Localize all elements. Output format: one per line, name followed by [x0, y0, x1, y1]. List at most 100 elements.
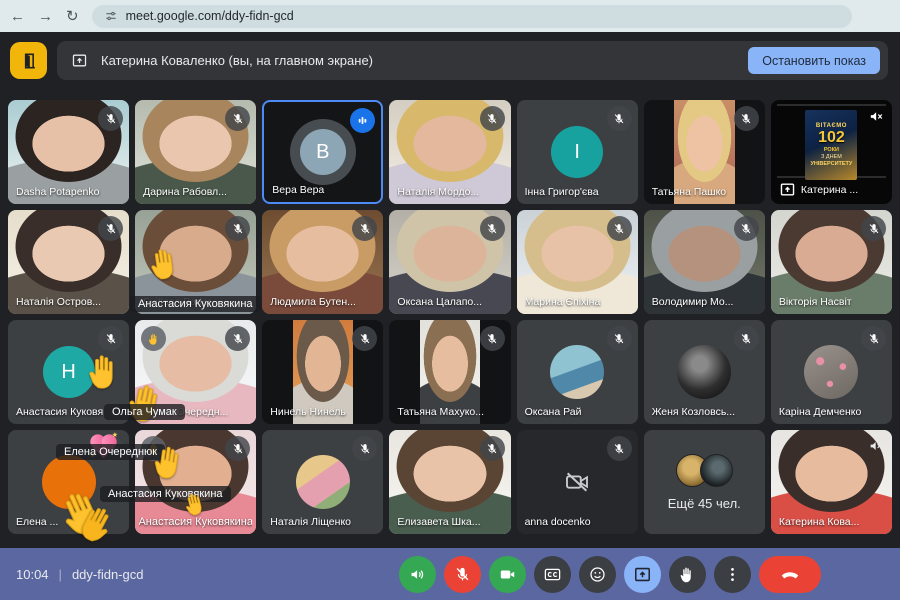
participant-tile-5[interactable]: Татьяна Пашко	[643, 100, 765, 204]
participant-tile-27-self[interactable]: Катерина Кова...	[770, 430, 892, 534]
camera-icon	[500, 570, 515, 578]
clock-time: 10:04	[16, 566, 49, 582]
forward-icon[interactable]: →	[38, 9, 53, 24]
raise-hand-button[interactable]	[669, 555, 706, 593]
participant-tile-17[interactable]: Татьяна Махуко...	[389, 320, 511, 424]
presenting-banner: Катерина Коваленко (вы, на главном экран…	[57, 41, 888, 80]
avatar	[550, 345, 605, 399]
participant-tile-9[interactable]: Людмила Бутен...	[262, 210, 384, 314]
participant-name: Оксана Рай	[524, 406, 582, 418]
mic-button[interactable]	[444, 555, 481, 593]
mic-muted-icon	[733, 106, 759, 131]
participant-tile-3[interactable]: Наталія Мордо...	[389, 100, 511, 204]
participant-tile-1[interactable]: Дарина Рабовл...	[135, 100, 257, 204]
mic-muted-icon	[479, 436, 505, 461]
present-button-active[interactable]	[624, 555, 661, 593]
participant-name: Володимир Мо...	[651, 296, 734, 308]
participant-tile-21[interactable]: Елена ...	[8, 430, 130, 534]
mic-muted-icon	[861, 216, 886, 241]
participant-tile-8[interactable]: Svitlana Bader	[135, 210, 257, 314]
smiley-icon	[590, 566, 605, 582]
mic-muted-icon	[456, 567, 469, 580]
participant-name: Дарина Рабовл...	[143, 186, 227, 198]
screen-share-tile[interactable]: ВІТАЄМО 102 РОКИ З ДНЕМ УНІВЕРСИТЕТУ Кат…	[770, 100, 892, 204]
participant-name: Наталія Мордо...	[397, 186, 480, 198]
participant-tile-0[interactable]: Dasha Potapenko	[8, 100, 130, 204]
address-bar[interactable]: meet.google.com/ddy-fidn-gcd	[91, 4, 852, 28]
participant-name: Нинель Нинель	[270, 406, 346, 418]
participant-name: Вера Вера	[272, 184, 325, 196]
camera-button[interactable]	[489, 555, 526, 593]
overflow-tile[interactable]: Ещё 45 чел.	[643, 430, 765, 534]
present-to-screen-icon	[780, 183, 795, 196]
overflow-avatars	[675, 453, 733, 487]
reaction-badge-hand-icon	[141, 326, 167, 351]
mic-muted-icon	[606, 106, 632, 131]
speaker-button[interactable]	[399, 555, 436, 593]
reload-icon[interactable]: ↻	[66, 9, 79, 24]
avatar	[295, 455, 350, 509]
participant-tile-2-active-speaker[interactable]: B Вера Вера	[262, 100, 384, 204]
participant-tile-19[interactable]: Женя Козловсь...	[643, 320, 765, 424]
participant-name: Інна Григор'єва	[524, 186, 599, 198]
participant-tile-12[interactable]: Володимир Мо...	[643, 210, 765, 314]
phone-hangup-icon	[781, 572, 799, 579]
captions-button[interactable]	[534, 555, 571, 593]
reactions-button[interactable]	[579, 555, 616, 593]
participant-name: Анастасия Куковякина	[139, 516, 253, 528]
meet-door-logo	[10, 42, 47, 79]
end-call-button[interactable]	[759, 555, 821, 593]
participant-tile-15[interactable]: Елена Очередн...	[135, 320, 257, 424]
mic-muted-icon	[606, 326, 632, 351]
more-options-button[interactable]	[714, 555, 751, 593]
divider: |	[58, 566, 62, 582]
participant-tile-23[interactable]: Наталія Ліщенко	[262, 430, 384, 534]
mic-muted-icon	[606, 436, 632, 461]
call-control-bar: 10:04 | ddy-fidn-gcd	[0, 548, 900, 600]
present-to-screen-icon	[635, 567, 650, 581]
url-text: meet.google.com/ddy-fidn-gcd	[125, 9, 294, 23]
participant-tile-14[interactable]: H Анастасия Куковяки...	[8, 320, 130, 424]
participant-tile-11[interactable]: Марина Єпіхіна	[516, 210, 638, 314]
avatar: H	[42, 346, 95, 398]
google-meet-window: ← → ↻ meet.google.com/ddy-fidn-gcd Катер…	[0, 0, 900, 600]
mic-muted-icon	[606, 216, 632, 241]
avatar	[41, 455, 96, 509]
participant-tile-25[interactable]: anna docenko	[516, 430, 638, 534]
captions-icon	[544, 568, 561, 580]
participant-tile-18[interactable]: Оксана Рай	[516, 320, 638, 424]
presenting-label: Катерина Коваленко (вы, на главном экран…	[101, 53, 374, 68]
participant-name: Анастасия Куковяки...	[16, 406, 104, 418]
participant-name: Наталія Остров...	[16, 296, 102, 308]
mic-muted-icon	[733, 326, 759, 351]
participant-name: anna docenko	[524, 516, 591, 528]
participant-name: Татьяна Махуко...	[397, 406, 485, 418]
browser-toolbar: ← → ↻ meet.google.com/ddy-fidn-gcd	[0, 0, 900, 32]
mic-muted-icon	[98, 436, 124, 461]
participant-tile-20[interactable]: Каріна Демченко	[770, 320, 892, 424]
participant-tile-7[interactable]: Наталія Остров...	[8, 210, 130, 314]
reaction-badge-hand-icon	[141, 436, 167, 461]
site-info-icon[interactable]	[104, 9, 118, 23]
back-icon[interactable]: ←	[10, 9, 25, 24]
participant-name: Вікторія Насвіт	[778, 296, 852, 308]
participant-name: Елена Очередн...	[143, 406, 229, 418]
present-to-screen-icon	[72, 54, 87, 67]
participant-tile-10[interactable]: Оксана Цалапо...	[389, 210, 511, 314]
participant-name: Марина Єпіхіна	[524, 296, 601, 308]
participant-name: Наталія Ліщенко	[270, 516, 351, 528]
meeting-info: 10:04 | ddy-fidn-gcd	[16, 567, 143, 582]
participant-tile-24[interactable]: Елизавета Шка...	[389, 430, 511, 534]
vertical-dots-icon	[731, 567, 734, 581]
participant-tile-22[interactable]: Анастасия Куковякина	[135, 430, 257, 534]
participant-tile-13[interactable]: Вікторія Насвіт	[770, 210, 892, 314]
meeting-code: ddy-fidn-gcd	[71, 566, 144, 582]
controls-group	[399, 555, 821, 593]
stop-presenting-button[interactable]: Остановить показ	[748, 47, 880, 74]
participant-name: Dasha Potapenko	[16, 186, 100, 198]
participant-tile-16[interactable]: Нинель Нинель	[262, 320, 384, 424]
avatar	[677, 345, 732, 399]
participant-tile-4[interactable]: I Інна Григор'єва	[516, 100, 638, 204]
participant-name: Елена ...	[16, 516, 59, 528]
avatar	[804, 345, 859, 399]
